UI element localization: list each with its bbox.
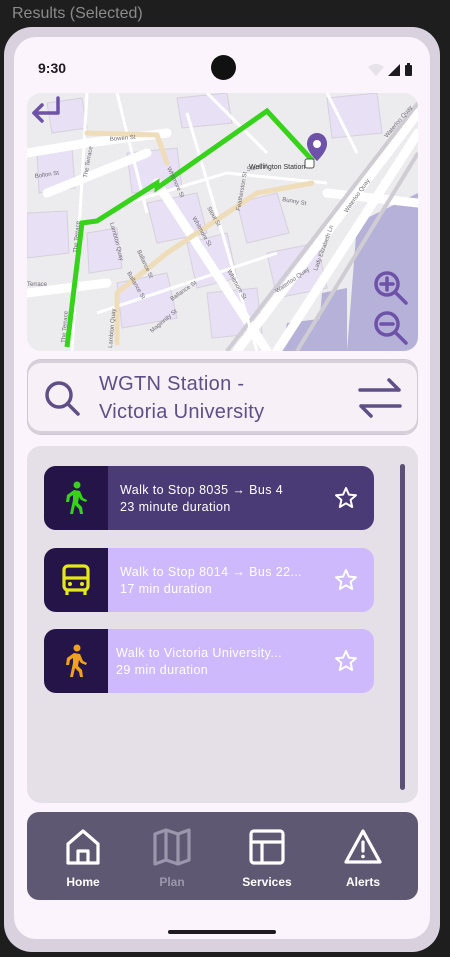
route-search-card[interactable]: WGTN Station - Victoria University [27, 359, 418, 435]
route-query-destination: Victoria University [99, 401, 265, 423]
route-option[interactable]: Walk to Victoria University... 29 min du… [44, 629, 374, 693]
alert-icon [344, 829, 382, 864]
favorite-star-icon[interactable] [334, 486, 358, 510]
favorite-star-icon[interactable] [334, 649, 358, 673]
route-map[interactable]: Bowen St Bolton St The Terrace The Terra… [27, 93, 418, 351]
route-title: Walk to Stop 8014 → Bus 22... [120, 565, 303, 579]
nav-services[interactable]: Services [227, 828, 307, 889]
home-icon [66, 829, 100, 865]
route-option[interactable]: Walk to Stop 8014 → Bus 22... 17 min dur… [44, 548, 374, 612]
favorite-star-icon[interactable] [334, 568, 358, 592]
route-duration: 29 min duration [116, 663, 209, 677]
battery-icon [405, 65, 412, 76]
nav-plan[interactable]: Plan [132, 828, 212, 889]
route-query[interactable]: WGTN Station - Victoria University [99, 370, 319, 426]
route-details: Walk to Victoria University... 29 min du… [116, 645, 282, 679]
station-label: Wellington Station [249, 164, 305, 171]
route-title: Walk to Victoria University... [116, 646, 282, 660]
route-query-origin: WGTN Station - [99, 373, 245, 395]
walk-icon [66, 481, 87, 514]
street-label: Terrace [27, 282, 48, 288]
nav-home[interactable]: Home [43, 828, 123, 889]
camera-cutout [211, 55, 236, 80]
signal-icon [388, 64, 400, 76]
swap-direction-icon[interactable] [357, 377, 403, 419]
route-mode [44, 629, 108, 693]
grid-icon [249, 829, 285, 865]
walk-icon [66, 644, 87, 677]
route-duration: 23 minute duration [120, 500, 231, 514]
search-icon[interactable] [42, 378, 82, 418]
map-canvas[interactable]: Bowen St Bolton St The Terrace The Terra… [27, 93, 418, 351]
bottom-navigation: Home Plan Services Alerts [27, 812, 418, 900]
nav-home-label: Home [66, 875, 100, 889]
bus-icon [62, 564, 90, 595]
station-marker [304, 158, 315, 169]
zoom-in-button[interactable] [372, 269, 410, 307]
status-bar: 9:30 [14, 37, 430, 85]
nav-plan-label: Plan [159, 875, 185, 889]
route-details: Walk to Stop 8035 → Bus 4 23 minute dura… [120, 482, 283, 516]
nav-services-label: Services [242, 875, 292, 889]
zoom-in-icon [374, 271, 408, 305]
route-title: Walk to Stop 8035 → Bus 4 [120, 483, 284, 497]
results-scrollbar[interactable] [400, 464, 405, 790]
status-time: 9:30 [38, 60, 67, 76]
back-arrow-icon [32, 96, 60, 123]
gesture-home-bar[interactable] [168, 930, 276, 934]
back-button[interactable] [27, 93, 67, 127]
route-mode [44, 548, 108, 612]
route-results-panel[interactable]: Walk to Stop 8035 → Bus 4 23 minute dura… [27, 446, 418, 803]
zoom-out-icon [374, 311, 408, 345]
status-icons [368, 63, 412, 76]
frame-title: Results (Selected) [12, 5, 143, 22]
route-details: Walk to Stop 8014 → Bus 22... 17 min dur… [120, 564, 302, 598]
zoom-out-button[interactable] [372, 309, 410, 347]
route-option[interactable]: Walk to Stop 8035 → Bus 4 23 minute dura… [44, 466, 374, 530]
screen: 9:30 Bowen St Bolton St The Terrace The … [14, 37, 430, 939]
map-icon [153, 828, 191, 866]
nav-alerts[interactable]: Alerts [323, 828, 403, 889]
route-duration: 17 min duration [120, 582, 213, 596]
wifi-icon [368, 64, 384, 76]
phone-frame: 9:30 Bowen St Bolton St The Terrace The … [4, 27, 440, 952]
nav-alerts-label: Alerts [345, 875, 380, 889]
route-mode [44, 466, 108, 530]
